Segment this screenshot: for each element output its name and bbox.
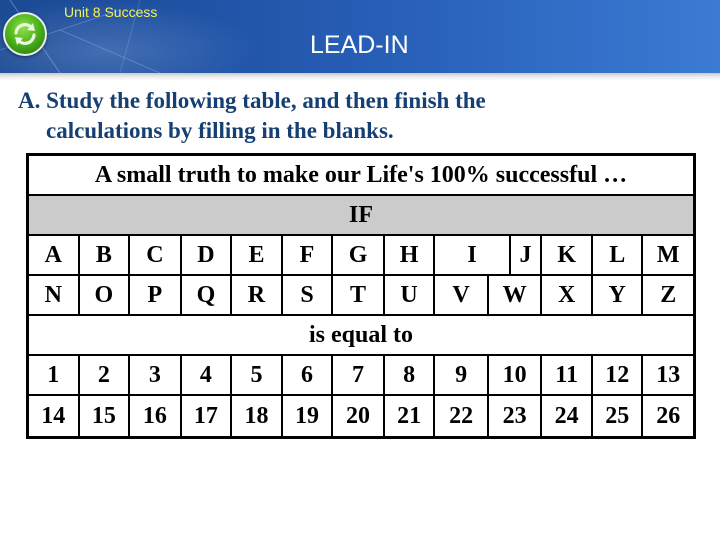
letter-cell: A	[29, 236, 80, 274]
numbers-row-2: 14 15 16 17 18 19 20 21 22 23 24 25 26	[29, 396, 693, 436]
letter-cell: X	[542, 276, 593, 314]
letter-cell: L	[593, 236, 644, 274]
number-cell: 19	[283, 396, 334, 436]
instruction-line-1: A. Study the following table, and then f…	[18, 88, 486, 113]
letter-cell: Q	[182, 276, 233, 314]
letter-cell: I	[435, 236, 511, 274]
letter-cell: B	[80, 236, 131, 274]
letter-cell: R	[232, 276, 283, 314]
header-shadow	[0, 73, 720, 81]
number-cell: 18	[232, 396, 283, 436]
letter-cell: U	[385, 276, 436, 314]
number-cell: 3	[130, 356, 182, 394]
number-cell: 20	[333, 396, 385, 436]
number-cell: 8	[385, 356, 436, 394]
number-cell: 11	[542, 356, 593, 394]
number-cell: 1	[29, 356, 80, 394]
number-cell: 14	[29, 396, 80, 436]
letter-cell: N	[29, 276, 80, 314]
number-cell: 15	[80, 396, 131, 436]
if-row: IF	[29, 196, 693, 236]
number-cell: 21	[385, 396, 436, 436]
number-cell: 25	[593, 396, 644, 436]
letters-row-2: NOPQRSTUVWXYZ	[29, 276, 693, 316]
letter-cell: J	[511, 236, 543, 274]
letter-cell: H	[385, 236, 436, 274]
letters-row-1: ABCDEFGHIJKLM	[29, 236, 693, 276]
letter-cell: Y	[593, 276, 644, 314]
equal-row: is equal to	[29, 316, 693, 356]
letter-cell: K	[542, 236, 593, 274]
letter-cell: Z	[660, 281, 677, 308]
number-cell: 13	[656, 361, 681, 388]
table-caption: A small truth to make our Life's 100% su…	[94, 161, 628, 188]
letter-cell: C	[130, 236, 182, 274]
if-label: IF	[349, 201, 373, 228]
number-cell: 7	[333, 356, 385, 394]
letter-cell: W	[489, 276, 543, 314]
number-cell: 6	[283, 356, 334, 394]
letter-cell: G	[333, 236, 385, 274]
letter-cell: F	[283, 236, 334, 274]
green-refresh-icon	[3, 12, 47, 56]
letter-cell: S	[283, 276, 334, 314]
number-cell: 12	[593, 356, 644, 394]
number-cell: 4	[182, 356, 233, 394]
number-cell: 5	[232, 356, 283, 394]
equal-label: is equal to	[308, 321, 413, 348]
numbers-row-1: 1 2 3 4 5 6 7 8 9 10 11 12 13	[29, 356, 693, 396]
letter-cell: V	[435, 276, 489, 314]
number-cell: 16	[130, 396, 182, 436]
letter-cell: E	[232, 236, 283, 274]
letter-cell: M	[656, 241, 680, 268]
letter-cell: O	[80, 276, 131, 314]
number-cell: 26	[656, 402, 681, 429]
number-cell: 9	[435, 356, 489, 394]
unit-label: Unit 8 Success	[64, 4, 158, 20]
instruction-text: A. Study the following table, and then f…	[18, 86, 708, 146]
number-cell: 2	[80, 356, 131, 394]
page-title: LEAD-IN	[310, 31, 409, 59]
number-cell: 22	[435, 396, 489, 436]
letter-cell: D	[182, 236, 233, 274]
letter-cell: T	[333, 276, 385, 314]
number-cell: 24	[542, 396, 593, 436]
table-caption-row: A small truth to make our Life's 100% su…	[29, 156, 693, 196]
letter-number-table: A small truth to make our Life's 100% su…	[26, 153, 696, 439]
number-cell: 23	[489, 396, 543, 436]
instruction-line-2: calculations by filling in the blanks.	[46, 118, 394, 143]
number-cell: 10	[489, 356, 543, 394]
number-cell: 17	[182, 396, 233, 436]
letter-cell: P	[130, 276, 182, 314]
